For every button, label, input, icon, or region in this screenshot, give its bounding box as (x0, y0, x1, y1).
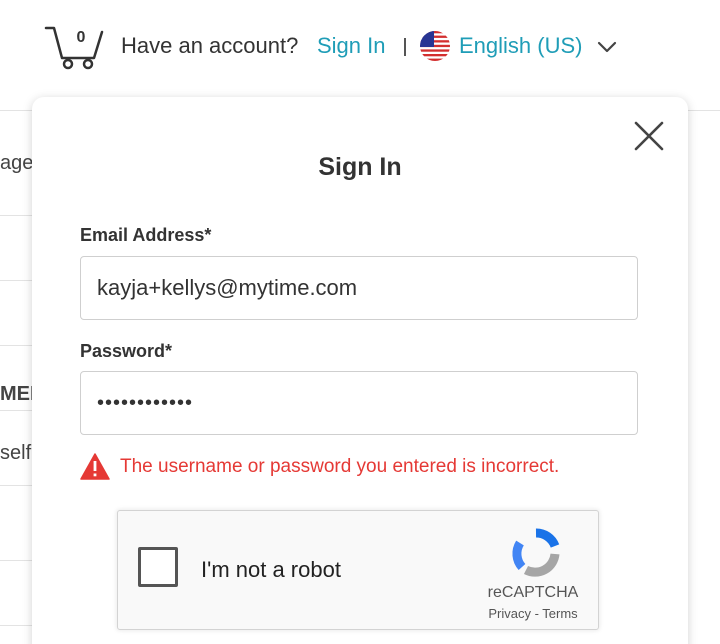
cart-icon (44, 26, 104, 70)
password-field[interactable]: •••••••••••• (80, 371, 638, 435)
recaptcha-widget: I'm not a robot reCAPTCHA Privacy - Term… (117, 510, 599, 630)
recaptcha-logo-icon (512, 528, 560, 577)
recaptcha-link-separator: - (530, 606, 543, 621)
recaptcha-checkbox[interactable] (138, 547, 178, 587)
language-selector[interactable]: English (US) (459, 33, 582, 59)
cart-count: 0 (76, 29, 86, 46)
recaptcha-terms-link[interactable]: Terms (542, 606, 577, 621)
top-header: 0 Have an account? Sign In English (US) (0, 0, 720, 111)
have-account-text: Have an account? (121, 33, 299, 58)
error-message: The username or password you entered is … (120, 456, 560, 477)
recaptcha-brand: reCAPTCHA (487, 584, 579, 601)
close-icon[interactable] (632, 119, 666, 153)
chevron-down-icon[interactable] (597, 40, 617, 54)
recaptcha-privacy-link[interactable]: Privacy (488, 606, 531, 621)
page: 0 Have an account? Sign In English (US) (0, 0, 720, 644)
warning-icon (80, 453, 110, 480)
email-field[interactable]: kayja+kellys@mytime.com (80, 256, 638, 320)
modal-title: Sign In (318, 153, 402, 181)
cart-button[interactable]: 0 (44, 24, 104, 70)
us-flag-icon[interactable] (420, 31, 450, 61)
sign-in-link[interactable]: Sign In (317, 33, 386, 59)
recaptcha-links: Privacy - Terms (473, 606, 593, 621)
sign-in-modal: Sign In Email Address* kayja+kellys@myti… (32, 97, 688, 644)
password-label: Password* (80, 341, 173, 361)
header-divider (404, 38, 406, 56)
recaptcha-label: I'm not a robot (201, 557, 341, 582)
email-label: Email Address* (80, 225, 212, 245)
